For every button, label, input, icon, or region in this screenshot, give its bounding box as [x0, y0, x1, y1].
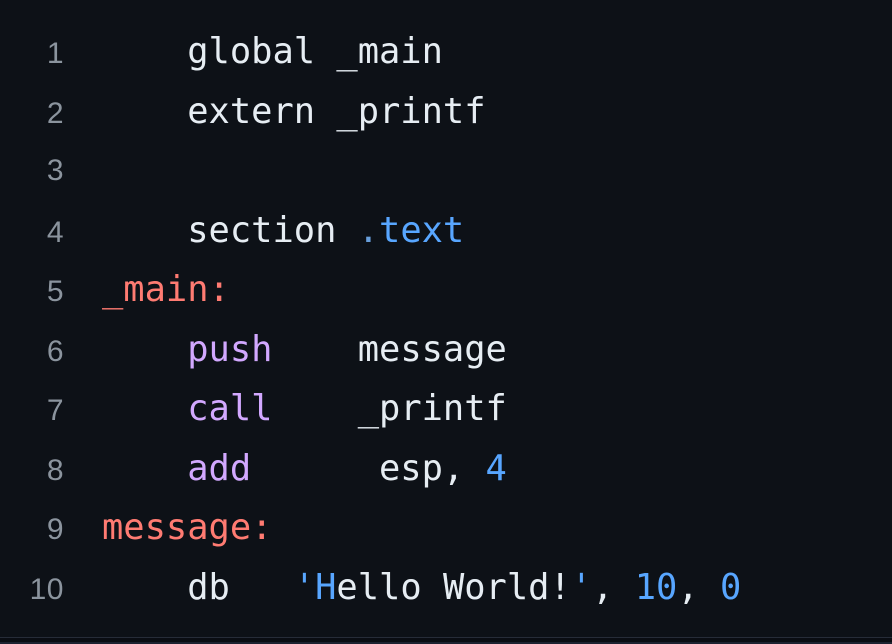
line-number: 2 — [46, 96, 64, 130]
code-editor[interactable]: 1 global _main 2 extern _printf 3 4 section… — [0, 0, 892, 644]
code-line[interactable]: 10 db 'Hello World!', 10, 0 — [0, 558, 892, 618]
token-plain: db — [187, 566, 230, 608]
token-number: 4 — [485, 447, 507, 489]
line-content[interactable]: _main: — [102, 260, 892, 320]
token-label: message: — [102, 507, 273, 548]
code-content-area[interactable]: 1 global _main 2 extern _printf 3 4 section… — [0, 0, 892, 638]
token-punct: , — [592, 566, 635, 608]
code-line[interactable]: 8 add esp, 4 — [0, 439, 892, 499]
line-number: 9 — [46, 513, 64, 546]
line-content[interactable]: section .text — [102, 201, 892, 261]
token-plain: esp — [379, 447, 443, 489]
line-content[interactable]: call _printf — [102, 379, 892, 439]
token-plain: _printf — [336, 90, 486, 132]
token-label: _main: — [102, 269, 230, 310]
code-line[interactable]: 4 section .text — [0, 201, 892, 261]
token-string: ello World! — [336, 566, 571, 608]
code-line[interactable]: 2 extern _printf — [0, 82, 892, 142]
token-plain: global — [187, 31, 316, 72]
token-plain: _main — [336, 31, 443, 72]
token-section: text — [379, 209, 465, 251]
token-plain: _printf — [357, 388, 507, 429]
line-content[interactable]: add esp, 4 — [102, 439, 892, 499]
code-line[interactable]: 9 message: — [0, 498, 892, 558]
line-number: 4 — [46, 215, 64, 249]
line-content[interactable]: db 'Hello World!', 10, 0 — [102, 558, 892, 618]
line-number: 5 — [46, 275, 64, 308]
code-line[interactable]: 1 global _main — [0, 22, 892, 82]
line-number: 8 — [46, 453, 64, 487]
code-line[interactable]: 3 — [0, 141, 892, 201]
line-number: 1 — [46, 37, 64, 70]
line-content[interactable]: push message — [102, 320, 892, 380]
token-number: 0 — [719, 566, 742, 608]
line-content[interactable]: global _main — [102, 22, 892, 82]
code-line[interactable]: 7 call _printf — [0, 379, 892, 439]
token-quote: ' — [570, 566, 593, 608]
token-keyword: push — [187, 328, 273, 370]
token-plain: extern — [187, 90, 316, 132]
line-number: 7 — [46, 394, 64, 427]
token-keyword: call — [187, 388, 273, 429]
line-number: 10 — [29, 572, 64, 606]
token-punct: , — [442, 447, 486, 489]
line-number: 3 — [46, 154, 64, 187]
token-keyword: add — [187, 447, 252, 489]
token-dot: . — [357, 209, 380, 251]
line-content[interactable]: extern _printf — [102, 82, 892, 142]
bottom-strip — [0, 638, 892, 642]
line-number: 6 — [46, 334, 64, 368]
token-plain: message — [357, 328, 507, 370]
token-punct: , — [677, 566, 720, 608]
token-plain: section — [187, 209, 337, 251]
code-line[interactable]: 6 push message — [0, 320, 892, 380]
line-content[interactable]: message: — [102, 498, 892, 558]
token-number: 10 — [634, 566, 678, 608]
code-line[interactable]: 5 _main: — [0, 260, 892, 320]
token-quote: 'H — [293, 566, 337, 608]
